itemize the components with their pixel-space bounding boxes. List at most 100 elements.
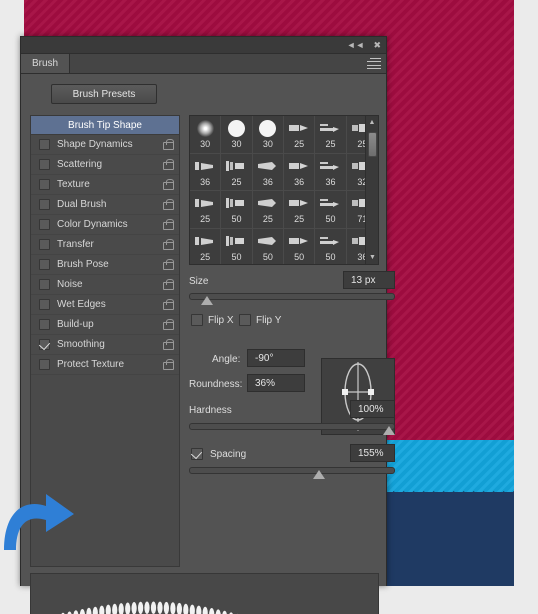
- option-checkbox[interactable]: [39, 199, 50, 210]
- brush-option-row[interactable]: Shape Dynamics: [31, 135, 179, 155]
- brush-option-row[interactable]: Scattering: [31, 155, 179, 175]
- option-checkbox[interactable]: [39, 299, 50, 310]
- lock-icon[interactable]: [163, 339, 174, 350]
- brush-option-row[interactable]: Protect Texture: [31, 355, 179, 375]
- brush-option-row[interactable]: Color Dynamics: [31, 215, 179, 235]
- brush-option-row[interactable]: Build-up: [31, 315, 179, 335]
- stroke-preview-graphic: [61, 601, 239, 614]
- brush-option-row[interactable]: Noise: [31, 275, 179, 295]
- brush-option-row[interactable]: Wet Edges: [31, 295, 179, 315]
- lock-icon[interactable]: [163, 199, 174, 210]
- brush-tip-cell[interactable]: 36: [252, 153, 284, 191]
- option-checkbox[interactable]: [39, 239, 50, 250]
- brush-tip-size: 50: [231, 251, 242, 262]
- lock-icon[interactable]: [163, 159, 174, 170]
- option-checkbox[interactable]: [39, 319, 50, 330]
- option-checkbox[interactable]: [39, 219, 50, 230]
- spacing-checkbox[interactable]: [191, 448, 203, 460]
- lock-icon[interactable]: [163, 279, 174, 290]
- brush-grid-scrollbar[interactable]: ▲ ▼: [365, 116, 378, 264]
- brush-tip-cell[interactable]: 50: [315, 228, 347, 264]
- brush-tip-cell[interactable]: 30: [252, 116, 284, 154]
- brush-tip-cell[interactable]: 30: [190, 116, 222, 154]
- brush-option-row[interactable]: Brush Pose: [31, 255, 179, 275]
- lock-icon[interactable]: [163, 299, 174, 310]
- brush-option-row[interactable]: Texture: [31, 175, 179, 195]
- hardness-slider-thumb[interactable]: [383, 426, 395, 435]
- brush-tip-cell[interactable]: 25: [284, 116, 316, 154]
- brush-tip-thumbnail: [192, 156, 218, 176]
- brush-tip-cell[interactable]: 50: [284, 228, 316, 264]
- caret-down-icon[interactable]: ▼: [366, 251, 378, 264]
- brush-tip-cell[interactable]: 36: [315, 153, 347, 191]
- brush-tip-size: 50: [294, 251, 305, 262]
- option-label: Build-up: [57, 319, 94, 330]
- flip-y-checkbox[interactable]: [239, 314, 251, 326]
- brush-tip-cell[interactable]: 25: [252, 191, 284, 229]
- brush-tip-grid[interactable]: 30 30 30 25 25 25 36 25 36 36 36 32 25 50 25 25 50 71 25 50…: [189, 115, 379, 265]
- brush-tip-cell[interactable]: 25: [284, 191, 316, 229]
- brush-tip-cell[interactable]: 50: [253, 228, 284, 264]
- brush-option-row[interactable]: Transfer: [31, 235, 179, 255]
- brush-tip-thumbnail: [223, 231, 249, 251]
- size-slider-track[interactable]: [189, 293, 395, 300]
- hardness-slider-track[interactable]: [189, 423, 395, 430]
- spacing-slider-track[interactable]: [189, 467, 395, 474]
- spacing-value[interactable]: 155%: [350, 444, 395, 462]
- roundness-value[interactable]: 36%: [247, 374, 305, 392]
- brush-tip-cell[interactable]: 25: [315, 116, 347, 154]
- lock-icon[interactable]: [163, 259, 174, 270]
- option-checkbox[interactable]: [39, 139, 50, 150]
- size-slider-thumb[interactable]: [200, 296, 213, 305]
- caret-up-icon[interactable]: ▲: [366, 116, 378, 129]
- option-checkbox[interactable]: [39, 339, 50, 350]
- brush-option-row[interactable]: Smoothing: [31, 335, 179, 355]
- panel-menu-icon[interactable]: [367, 58, 381, 69]
- brush-tip-cell[interactable]: 50: [221, 191, 253, 229]
- brush-tip-cell[interactable]: 25: [190, 191, 222, 229]
- lock-icon[interactable]: [163, 359, 174, 370]
- angle-value[interactable]: -90°: [247, 349, 305, 367]
- brush-option-row[interactable]: Dual Brush: [31, 195, 179, 215]
- brush-tip-cell[interactable]: 50: [315, 191, 347, 229]
- hardness-value[interactable]: 100%: [350, 400, 395, 418]
- brush-presets-button[interactable]: Brush Presets: [51, 84, 157, 104]
- brush-tip-thumbnail: [286, 118, 312, 138]
- option-label: Noise: [57, 279, 83, 290]
- brush-tip-cell[interactable]: 25: [221, 153, 253, 191]
- lock-icon[interactable]: [163, 179, 174, 190]
- option-label: Color Dynamics: [57, 219, 128, 230]
- brush-tip-cell[interactable]: 30: [221, 116, 253, 154]
- lock-icon[interactable]: [163, 319, 174, 330]
- lock-icon[interactable]: [163, 139, 174, 150]
- tab-brush[interactable]: Brush: [21, 54, 71, 73]
- brush-tip-shape-header[interactable]: Brush Tip Shape: [31, 116, 179, 135]
- brush-tip-size: 36: [294, 176, 305, 187]
- flip-x-checkbox[interactable]: [191, 314, 203, 326]
- option-checkbox[interactable]: [39, 359, 50, 370]
- brush-tip-size: 36: [200, 176, 211, 187]
- lock-icon[interactable]: [163, 239, 174, 250]
- size-label: Size: [189, 276, 209, 287]
- option-checkbox[interactable]: [39, 279, 50, 290]
- brush-tip-size: 30: [231, 139, 242, 149]
- collapse-icon[interactable]: ◄◄: [347, 40, 365, 50]
- option-checkbox[interactable]: [39, 259, 50, 270]
- annotation-arrow-icon: [4, 494, 74, 550]
- brush-tip-thumbnail: [255, 231, 281, 251]
- brush-tip-cell[interactable]: 36: [190, 153, 222, 191]
- roundness-label: Roundness:: [189, 379, 243, 390]
- option-checkbox[interactable]: [39, 159, 50, 170]
- close-icon[interactable]: ✖: [373, 40, 381, 50]
- brush-tip-cell[interactable]: 36: [284, 153, 316, 191]
- brush-tip-size: 50: [325, 214, 336, 224]
- lock-icon[interactable]: [163, 219, 174, 230]
- brush-tip-cell[interactable]: 50: [221, 228, 253, 264]
- size-value[interactable]: 13 px: [343, 271, 395, 289]
- option-checkbox[interactable]: [39, 179, 50, 190]
- flip-y-label: Flip Y: [256, 315, 282, 326]
- scrollbar-thumb[interactable]: [368, 132, 377, 157]
- brush-tip-cell[interactable]: 25: [190, 228, 222, 264]
- option-label: Smoothing: [57, 339, 105, 350]
- spacing-slider-thumb[interactable]: [313, 470, 326, 479]
